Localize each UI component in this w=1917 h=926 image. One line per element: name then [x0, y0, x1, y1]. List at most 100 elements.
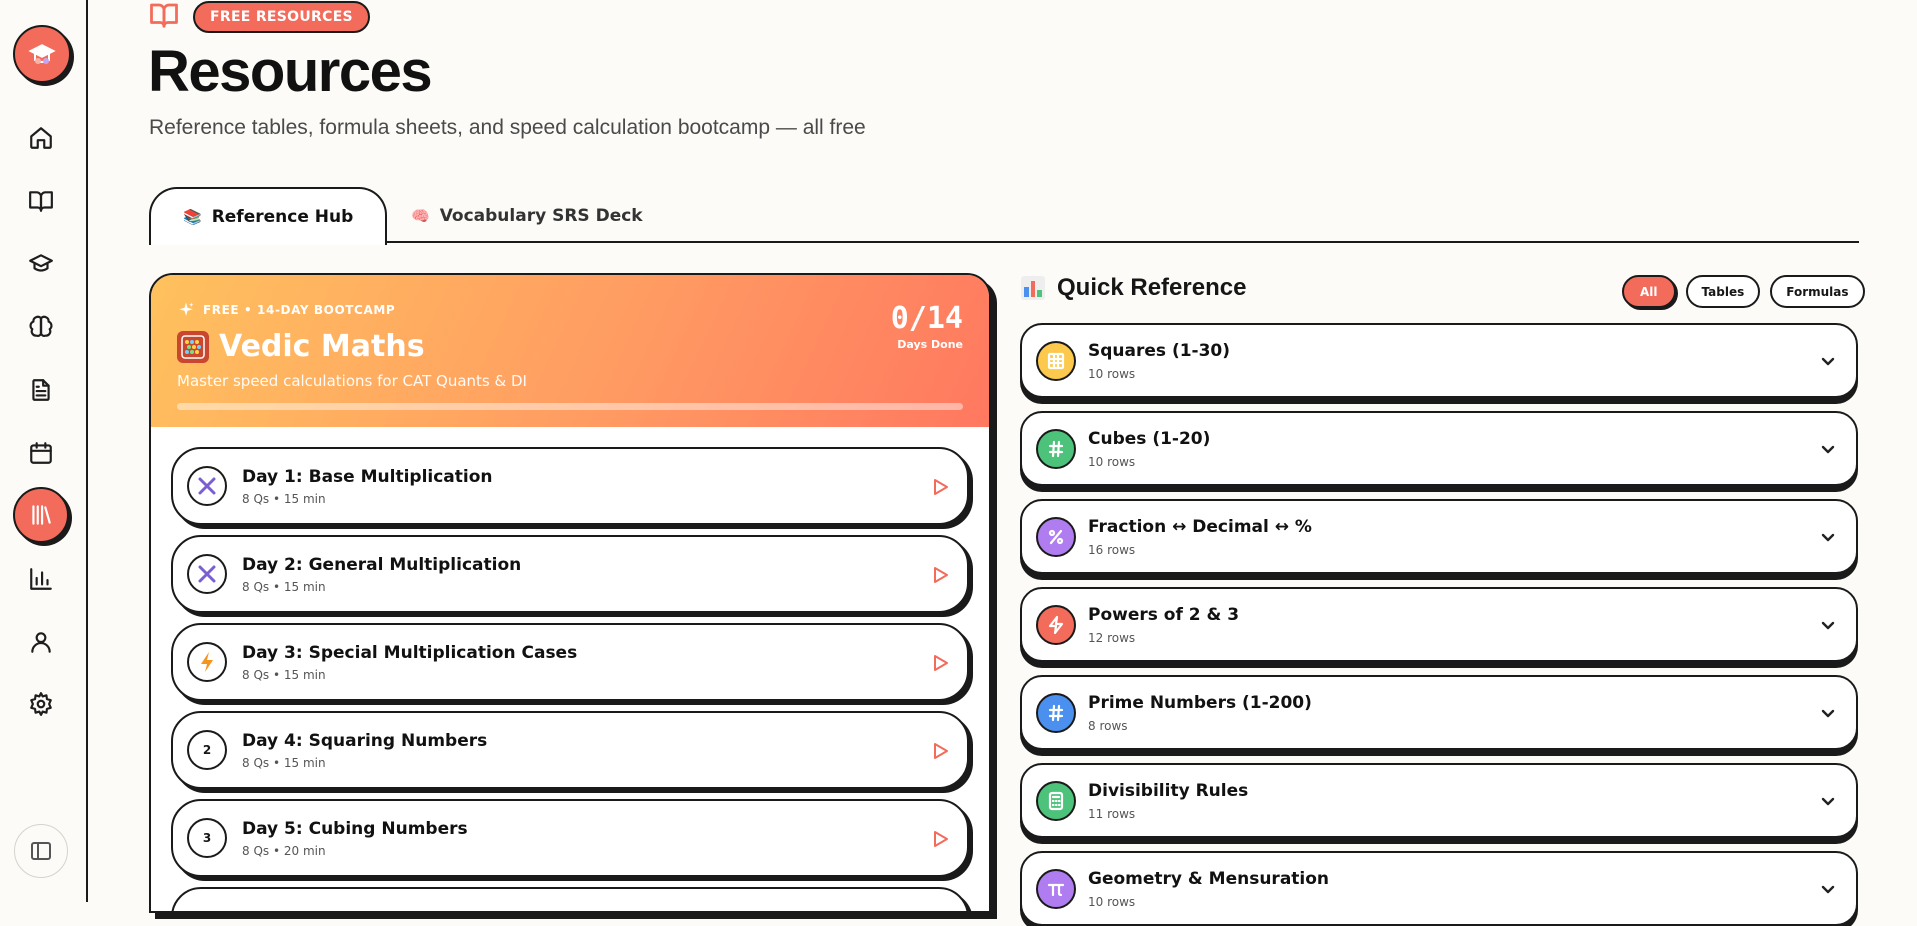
tab-reference-hub[interactable]: 📚 Reference Hub	[149, 187, 388, 245]
chevron-down-icon[interactable]	[1820, 617, 1836, 637]
day-item[interactable]: Day 2: General Multiplication 8 Qs • 15 …	[171, 535, 969, 613]
bar-chart-icon	[30, 568, 52, 590]
page-title: Resources	[148, 39, 433, 104]
reference-row-count: 11 rows	[1088, 806, 1136, 821]
reference-list: Squares (1-30) 10 rows Cubes (1-20) 10 r…	[1020, 323, 1858, 926]
filter-formulas[interactable]: Formulas	[1770, 275, 1865, 308]
brain-icon	[29, 315, 53, 337]
reference-title: Squares (1-30)	[1088, 340, 1231, 361]
reference-item[interactable]: Powers of 2 & 3 12 rows	[1020, 587, 1858, 662]
book-open-icon	[29, 191, 53, 212]
nav-practice[interactable]	[17, 303, 65, 351]
day-title: Day 2: General Multiplication	[242, 554, 522, 575]
filter-tables[interactable]: Tables	[1685, 275, 1761, 308]
quick-reference-title: Quick Reference	[1057, 274, 1247, 301]
nav-calendar[interactable]	[17, 429, 65, 477]
user-icon	[31, 632, 51, 653]
superscript-three-icon: 3	[187, 818, 227, 858]
day-meta: 8 Qs • 20 min	[242, 843, 326, 858]
graduation-cap-icon	[29, 254, 53, 272]
play-icon[interactable]	[933, 566, 949, 584]
chevron-down-icon[interactable]	[1820, 881, 1836, 901]
reference-title: Geometry & Mensuration	[1088, 868, 1330, 889]
home-icon	[30, 127, 52, 149]
day-item[interactable]: 3 Day 5: Cubing Numbers 8 Qs • 20 min	[171, 799, 969, 877]
play-icon[interactable]	[933, 830, 949, 848]
play-icon[interactable]	[933, 478, 949, 496]
bootcamp-header: FREE • 14-DAY BOOTCAMP Vedic Maths Maste…	[151, 275, 989, 427]
document-icon	[32, 379, 50, 401]
quick-reference-header: Quick Reference	[1021, 274, 1246, 302]
reference-item[interactable]: Geometry & Mensuration 10 rows	[1020, 851, 1858, 926]
nav-tests[interactable]	[17, 366, 65, 414]
day-meta: 8 Qs • 15 min	[242, 667, 326, 682]
books-icon: 📚	[183, 208, 202, 226]
bootcamp-tag-label: FREE • 14-DAY BOOTCAMP	[203, 303, 396, 317]
brain-icon: 🧠	[411, 207, 430, 225]
reference-item[interactable]: Fraction ↔ Decimal ↔ % 16 rows	[1020, 499, 1858, 574]
day-meta: 8 Qs • 15 min	[242, 579, 326, 594]
nav-courses[interactable]	[17, 240, 65, 288]
sidebar-collapse-button[interactable]	[14, 824, 68, 878]
calculator-icon	[1036, 780, 1076, 821]
nav-analytics[interactable]	[17, 555, 65, 603]
bootcamp-description: Master speed calculations for CAT Quants…	[177, 372, 527, 390]
reference-title: Divisibility Rules	[1088, 780, 1249, 801]
sparkles-icon	[179, 302, 194, 316]
chevron-down-icon[interactable]	[1820, 705, 1836, 725]
reference-title: Fraction ↔ Decimal ↔ %	[1088, 516, 1312, 537]
reference-row-count: 12 rows	[1088, 630, 1136, 645]
grid-icon	[1036, 340, 1076, 381]
day-item[interactable]: 2 Day 4: Squaring Numbers 8 Qs • 15 min	[171, 711, 969, 789]
day-item[interactable]: Day 3: Special Multiplication Cases 8 Qs…	[171, 623, 969, 701]
reference-item[interactable]: Cubes (1-20) 10 rows	[1020, 411, 1858, 486]
sidebar	[0, 0, 88, 902]
abacus-icon	[177, 330, 209, 363]
gear-icon	[30, 692, 52, 716]
day-meta: 8 Qs • 15 min	[242, 755, 326, 770]
nav-home[interactable]	[17, 114, 65, 162]
multiply-icon	[187, 554, 227, 594]
reference-filters: All Tables Formulas	[1622, 275, 1865, 308]
reference-item[interactable]: Squares (1-30) 10 rows	[1020, 323, 1858, 398]
bootcamp-day-list: Day 1: Base Multiplication 8 Qs • 15 min…	[151, 427, 989, 911]
free-resources-badge: FREE RESOURCES	[193, 1, 370, 33]
reference-title: Prime Numbers (1-200)	[1088, 692, 1312, 713]
page-subtitle: Reference tables, formula sheets, and sp…	[149, 116, 866, 139]
day-title: Day 5: Cubing Numbers	[242, 818, 468, 839]
chevron-down-icon[interactable]	[1820, 441, 1836, 461]
reference-row-count: 16 rows	[1088, 542, 1136, 557]
graduation-cap-icon	[28, 44, 56, 64]
day-item[interactable]: Day 1: Base Multiplication 8 Qs • 15 min	[171, 447, 969, 525]
play-icon[interactable]	[933, 654, 949, 672]
hash-icon	[1036, 428, 1076, 469]
chevron-down-icon[interactable]	[1820, 353, 1836, 373]
zap-icon	[1036, 604, 1076, 645]
tab-bar: 📚 Reference Hub 🧠 Vocabulary SRS Deck	[149, 187, 1859, 245]
chevron-down-icon[interactable]	[1820, 529, 1836, 549]
reference-item[interactable]: Divisibility Rules 11 rows	[1020, 763, 1858, 838]
bar-chart-icon	[1021, 276, 1045, 300]
day-item-partial[interactable]	[171, 887, 969, 911]
bootcamp-title-row: Vedic Maths	[177, 329, 963, 364]
reference-title: Cubes (1-20)	[1088, 428, 1211, 449]
pi-icon	[1036, 868, 1076, 909]
multiply-icon	[187, 466, 227, 506]
sidebar-toggle-icon	[31, 842, 51, 860]
play-icon[interactable]	[933, 742, 949, 760]
filter-all[interactable]: All	[1622, 275, 1676, 308]
reference-item[interactable]: Prime Numbers (1-200) 8 rows	[1020, 675, 1858, 750]
vedic-maths-bootcamp-card: FREE • 14-DAY BOOTCAMP Vedic Maths Maste…	[149, 273, 991, 913]
app-logo[interactable]	[13, 25, 71, 83]
nav-learn[interactable]	[17, 177, 65, 225]
reference-row-count: 8 rows	[1088, 718, 1128, 733]
nav-settings[interactable]	[17, 680, 65, 728]
reference-row-count: 10 rows	[1088, 366, 1136, 381]
bootcamp-progress-bar	[177, 403, 963, 410]
nav-resources[interactable]	[13, 487, 69, 543]
reference-title: Powers of 2 & 3	[1088, 604, 1240, 625]
day-meta: 8 Qs • 15 min	[242, 491, 326, 506]
chevron-down-icon[interactable]	[1820, 793, 1836, 813]
tab-vocabulary-srs-deck[interactable]: 🧠 Vocabulary SRS Deck	[379, 187, 675, 245]
nav-profile[interactable]	[17, 618, 65, 666]
